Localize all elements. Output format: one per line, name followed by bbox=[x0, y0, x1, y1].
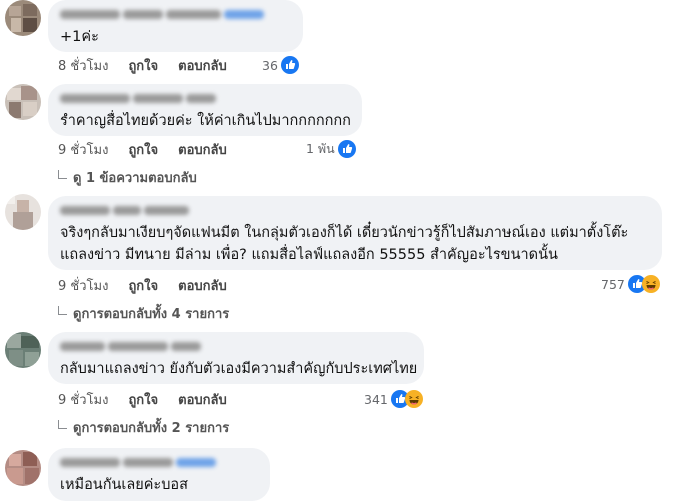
like-button[interactable]: ถูกใจ bbox=[128, 55, 158, 76]
comment-actions: 8 ชั่วโมง ถูกใจ ตอบกลับ bbox=[58, 56, 227, 74]
comment-bubble: กลับมาแถลงข่าว ยังกับตัวเองมีความสำคัญกั… bbox=[48, 332, 424, 384]
comment-time[interactable]: 9 ชั่วโมง bbox=[58, 275, 108, 296]
view-replies-link[interactable]: ดู 1 ข้อความตอบกลับ bbox=[58, 168, 197, 186]
comment-bubble: เหมือนกันเลยค่ะบอส bbox=[48, 448, 270, 501]
reply-button[interactable]: ตอบกลับ bbox=[178, 275, 227, 296]
view-replies-link[interactable]: ดูการตอบกลับทั้ง 4 รายการ bbox=[58, 304, 229, 322]
comment-text: +1ค่ะ bbox=[60, 29, 99, 45]
commenter-name-blurred[interactable] bbox=[60, 455, 258, 469]
commenter-name-blurred[interactable] bbox=[60, 91, 350, 105]
like-button[interactable]: ถูกใจ bbox=[128, 275, 158, 296]
comment-bubble: +1ค่ะ bbox=[48, 0, 303, 52]
commenter-avatar[interactable] bbox=[5, 0, 41, 36]
commenter-name-blurred[interactable] bbox=[60, 7, 291, 21]
reaction-summary[interactable]: 341 bbox=[364, 389, 423, 409]
reaction-count: 341 bbox=[364, 391, 388, 407]
comment-time[interactable]: 8 ชั่วโมง bbox=[58, 55, 108, 76]
like-button[interactable]: ถูกใจ bbox=[128, 389, 158, 410]
commenter-name-blurred[interactable] bbox=[60, 203, 650, 217]
comment-bubble: รำคาญสื่อไทยด้วยค่ะ ให้ค่าเกินไปมากกกกกก… bbox=[48, 84, 362, 136]
view-replies-label: ดู 1 ข้อความตอบกลับ bbox=[73, 170, 197, 186]
view-replies-link[interactable]: ดูการตอบกลับทั้ง 2 รายการ bbox=[58, 418, 229, 436]
comments-section: +1ค่ะ 8 ชั่วโมง ถูกใจ ตอบกลับ 36 รำคาญสื… bbox=[0, 0, 700, 501]
like-icon bbox=[337, 140, 356, 158]
reaction-summary[interactable]: 757 bbox=[601, 274, 660, 294]
commenter-avatar[interactable] bbox=[5, 450, 41, 486]
reaction-summary[interactable]: 1 พัน bbox=[306, 139, 356, 159]
commenter-name-blurred[interactable] bbox=[60, 339, 412, 353]
comment-text: กลับมาแถลงข่าว ยังกับตัวเองมีความสำคัญกั… bbox=[60, 361, 418, 377]
reply-arrow-icon bbox=[58, 419, 67, 429]
reaction-count: 757 bbox=[601, 276, 625, 292]
like-icon bbox=[280, 56, 299, 74]
view-replies-label: ดูการตอบกลับทั้ง 2 รายการ bbox=[73, 420, 230, 436]
reaction-summary[interactable]: 36 bbox=[262, 55, 299, 75]
comment-time[interactable]: 9 ชั่วโมง bbox=[58, 389, 108, 410]
comment-actions: 9 ชั่วโมง ถูกใจ ตอบกลับ bbox=[58, 276, 227, 294]
reply-button[interactable]: ตอบกลับ bbox=[178, 389, 227, 410]
reaction-count: 36 bbox=[262, 57, 278, 73]
comment-actions: 9 ชั่วโมง ถูกใจ ตอบกลับ bbox=[58, 390, 227, 408]
commenter-avatar[interactable] bbox=[5, 194, 41, 230]
comment-bubble: จริงๆกลับมาเงียบๆจัดแฟนมีต ในกลุ่มตัวเอง… bbox=[48, 196, 662, 270]
reply-button[interactable]: ตอบกลับ bbox=[178, 55, 227, 76]
commenter-avatar[interactable] bbox=[5, 84, 41, 120]
comment-text: รำคาญสื่อไทยด้วยค่ะ ให้ค่าเกินไปมากกกกกก… bbox=[60, 113, 351, 129]
comment-actions: 9 ชั่วโมง ถูกใจ ตอบกลับ bbox=[58, 140, 227, 158]
haha-icon bbox=[404, 390, 423, 408]
reply-button[interactable]: ตอบกลับ bbox=[178, 139, 227, 160]
commenter-avatar[interactable] bbox=[5, 332, 41, 368]
reaction-count: 1 พัน bbox=[306, 141, 335, 156]
comment-text-line: แถลงข่าว มีทนาย มีล่าม เพื่อ? แถมสื่อไลฟ… bbox=[60, 247, 558, 263]
comment-text: เหมือนกันเลยค่ะบอส bbox=[60, 477, 188, 493]
reply-arrow-icon bbox=[58, 169, 67, 179]
reply-arrow-icon bbox=[58, 305, 67, 315]
like-button[interactable]: ถูกใจ bbox=[128, 139, 158, 160]
view-replies-label: ดูการตอบกลับทั้ง 4 รายการ bbox=[73, 306, 230, 322]
comment-time[interactable]: 9 ชั่วโมง bbox=[58, 139, 108, 160]
haha-icon bbox=[641, 275, 660, 293]
comment-text-line: จริงๆกลับมาเงียบๆจัดแฟนมีต ในกลุ่มตัวเอง… bbox=[60, 225, 629, 241]
